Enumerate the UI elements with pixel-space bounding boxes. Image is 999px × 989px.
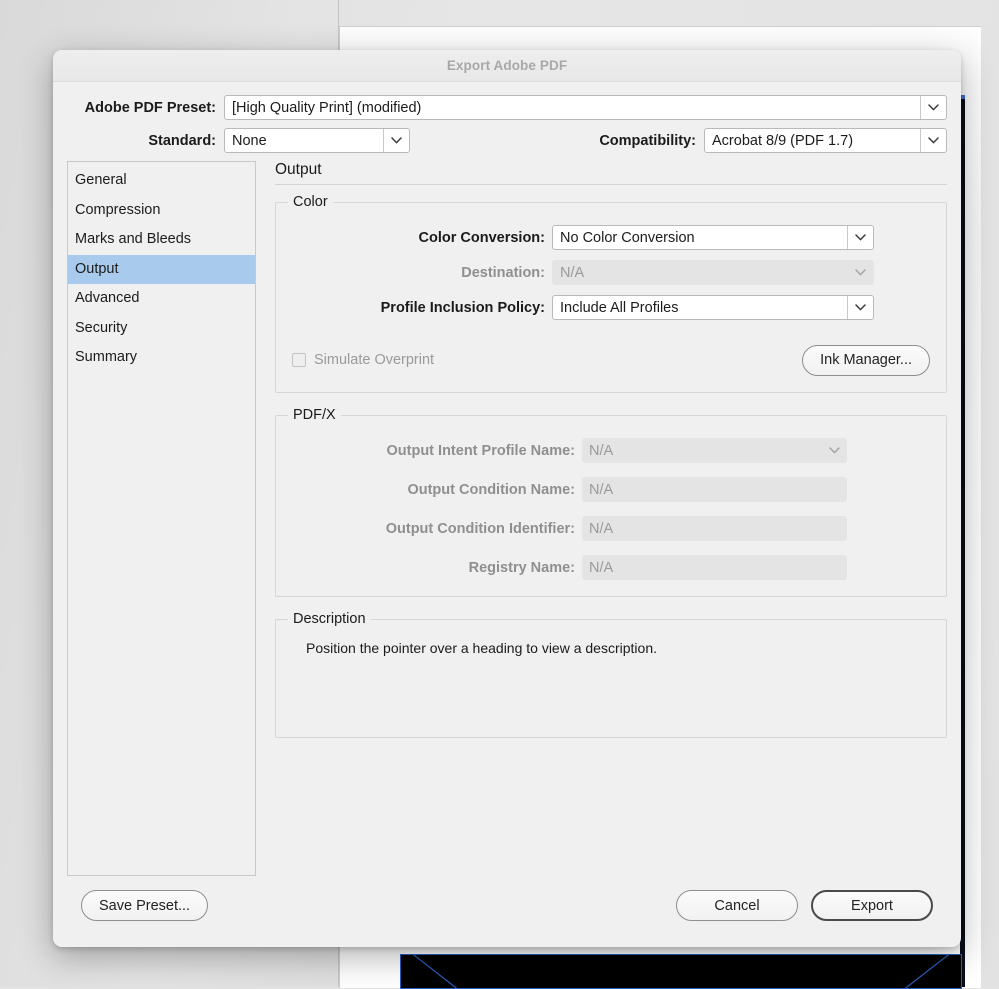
standard-compat-row: Standard: None Compatibility: Acrobat 8/… (67, 128, 947, 153)
color-conversion-row: Color Conversion: No Color Conversion (292, 225, 930, 250)
pane-title-divider (275, 184, 947, 185)
export-adobe-pdf-dialog: Export Adobe PDF Adobe PDF Preset: [High… (53, 50, 961, 947)
color-group: Color Color Conversion: No Color Convers… (275, 194, 947, 393)
standard-label: Standard: (148, 132, 216, 149)
adobe-pdf-preset-select[interactable]: [High Quality Print] (modified) (224, 95, 947, 120)
description-text: Position the pointer over a heading to v… (306, 640, 657, 656)
dialog-main-split: General Compression Marks and Bleeds Out… (67, 161, 947, 876)
output-condition-identifier-row: Output Condition Identifier: N/A (292, 516, 930, 541)
cancel-button[interactable]: Cancel (676, 890, 798, 921)
dialog-footer: Save Preset... Cancel Export (67, 876, 947, 921)
standard-select[interactable]: None (224, 128, 410, 153)
save-preset-button[interactable]: Save Preset... (81, 890, 209, 921)
pdfx-group-legend: PDF/X (288, 407, 341, 423)
chevron-down-icon[interactable] (920, 129, 946, 152)
destination-row: Destination: N/A (292, 260, 930, 285)
adobe-pdf-preset-value: [High Quality Print] (modified) (232, 99, 422, 116)
preset-label: Adobe PDF Preset: (84, 99, 216, 116)
chevron-down-icon (822, 447, 847, 454)
chevron-down-icon[interactable] (847, 226, 873, 249)
settings-category-list: General Compression Marks and Bleeds Out… (67, 161, 256, 876)
registry-name-row: Registry Name: N/A (292, 555, 930, 580)
background-artboard (400, 954, 962, 989)
compatibility-select[interactable]: Acrobat 8/9 (PDF 1.7) (704, 128, 947, 153)
output-intent-profile-name-row: Output Intent Profile Name: N/A (292, 438, 930, 463)
chevron-down-icon[interactable] (847, 296, 873, 319)
sidebar-item-security[interactable]: Security (68, 314, 255, 344)
sidebar-item-compression[interactable]: Compression (68, 196, 255, 226)
color-group-legend: Color (288, 194, 333, 210)
export-button[interactable]: Export (811, 890, 933, 921)
simulate-overprint-checkbox (292, 353, 306, 367)
destination-label: Destination: (461, 264, 545, 281)
chevron-down-icon[interactable] (383, 129, 409, 152)
output-condition-name-row: Output Condition Name: N/A (292, 477, 930, 502)
footer-primary-actions: Cancel Export (676, 890, 933, 921)
registry-name-value: N/A (589, 559, 614, 576)
compatibility-value: Acrobat 8/9 (PDF 1.7) (712, 132, 854, 149)
sidebar-item-summary[interactable]: Summary (68, 343, 255, 373)
dialog-titlebar: Export Adobe PDF (53, 50, 961, 82)
output-condition-identifier-label: Output Condition Identifier: (385, 520, 575, 537)
pane-title: Output (275, 161, 322, 178)
output-condition-name-field: N/A (582, 477, 847, 502)
sidebar-item-general[interactable]: General (68, 166, 255, 196)
ink-manager-button[interactable]: Ink Manager... (802, 344, 930, 376)
output-intent-profile-name-select: N/A (582, 438, 847, 463)
description-group-content: Position the pointer over a heading to v… (276, 620, 946, 672)
output-condition-identifier-field: N/A (582, 516, 847, 541)
registry-name-field: N/A (582, 555, 847, 580)
destination-select: N/A (552, 260, 874, 285)
profile-inclusion-policy-row: Profile Inclusion Policy: Include All Pr… (292, 295, 930, 320)
preset-row: Adobe PDF Preset: [High Quality Print] (… (67, 95, 947, 120)
chevron-down-icon[interactable] (920, 96, 946, 119)
sidebar-item-output[interactable]: Output (68, 254, 255, 284)
chevron-down-icon (848, 261, 873, 284)
simulate-overprint-row: Simulate Overprint Ink Manager... (292, 344, 930, 376)
dialog-title: Export Adobe PDF (446, 58, 568, 73)
output-condition-identifier-value: N/A (589, 520, 614, 537)
description-group: Description Position the pointer over a … (275, 611, 947, 738)
profile-inclusion-policy-select[interactable]: Include All Profiles (552, 295, 874, 320)
color-conversion-select[interactable]: No Color Conversion (552, 225, 874, 250)
simulate-overprint-label: Simulate Overprint (314, 352, 435, 368)
pdfx-group: PDF/X Output Intent Profile Name: N/A Ou… (275, 407, 947, 597)
sidebar-item-marks-and-bleeds[interactable]: Marks and Bleeds (68, 225, 255, 255)
destination-value: N/A (560, 264, 585, 281)
output-settings-pane: Output Color Color Conversion: No Color … (256, 161, 947, 876)
output-intent-profile-name-label: Output Intent Profile Name: (386, 442, 576, 459)
color-conversion-label: Color Conversion: (418, 229, 545, 246)
preset-settings-section: Adobe PDF Preset: [High Quality Print] (… (67, 82, 947, 153)
description-group-legend: Description (288, 611, 371, 627)
compatibility-label: Compatibility: (599, 132, 696, 149)
color-group-content: Color Conversion: No Color Conversion De… (276, 203, 946, 392)
dialog-body: Adobe PDF Preset: [High Quality Print] (… (53, 82, 961, 921)
standard-value: None (232, 132, 267, 149)
color-conversion-value: No Color Conversion (560, 229, 695, 246)
sidebar-item-advanced[interactable]: Advanced (68, 284, 255, 314)
registry-name-label: Registry Name: (468, 559, 575, 576)
pdfx-group-content: Output Intent Profile Name: N/A Output C… (276, 416, 946, 596)
output-condition-name-value: N/A (589, 481, 614, 498)
profile-inclusion-policy-value: Include All Profiles (560, 299, 679, 316)
profile-inclusion-policy-label: Profile Inclusion Policy: (380, 299, 545, 316)
output-intent-profile-name-value: N/A (589, 442, 614, 459)
output-condition-name-label: Output Condition Name: (407, 481, 575, 498)
